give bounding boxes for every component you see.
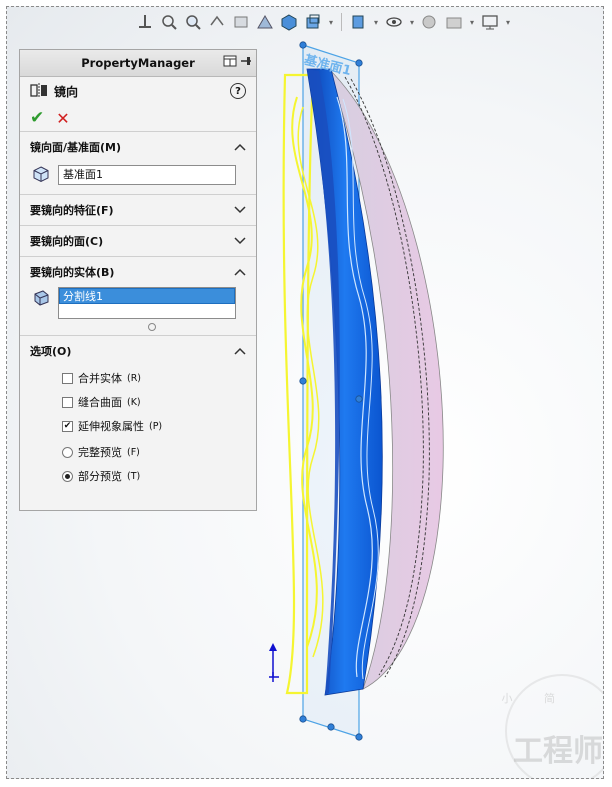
- list-resize-handle[interactable]: [148, 323, 156, 331]
- coordinate-triad: [269, 643, 279, 682]
- property-manager-panel: PropertyManager 镜向 ? ✔ ✕ 镜向面/基准面(M) 基准面1…: [19, 49, 257, 511]
- section-mirror-plane-title: 镜向面/基准面(M): [30, 141, 122, 154]
- canvas-frame: ▾ ▾ ▾ ▾ ▾ 基准面1 小 简 工程师 PropertyManager 镜…: [6, 6, 604, 779]
- merge-bodies-key: (R): [127, 372, 142, 384]
- list-item[interactable]: 分割线1: [59, 288, 235, 304]
- mirror-plane-field-row: 基准面1: [20, 162, 256, 188]
- plane-cube-icon: [32, 165, 50, 186]
- bodies-to-mirror-list[interactable]: 分割线1: [58, 287, 236, 319]
- section-bodies-title: 要镜向的实体(B): [30, 266, 115, 279]
- section-faces-title: 要镜向的面(C): [30, 235, 104, 248]
- bodies-list-row: 分割线1: [20, 287, 256, 321]
- section-mirror-plane: 镜向面/基准面(M) 基准面1: [20, 131, 256, 188]
- partial-preview-label: 部分预览: [78, 470, 122, 483]
- panel-layout-icon[interactable]: [223, 55, 237, 70]
- section-bodies-header[interactable]: 要镜向的实体(B): [20, 257, 256, 287]
- feature-title: 镜向: [54, 84, 79, 99]
- cancel-button[interactable]: ✕: [56, 109, 69, 128]
- radio-selected-dot: [65, 473, 70, 479]
- property-manager-header: PropertyManager: [20, 50, 256, 77]
- section-faces-header[interactable]: 要镜向的面(C): [20, 226, 256, 256]
- property-manager-title: PropertyManager: [81, 56, 195, 70]
- chevron-down-icon[interactable]: [234, 204, 246, 216]
- propagate-visual-key: (P): [149, 420, 163, 432]
- mirror-plane-input[interactable]: 基准面1: [58, 165, 236, 185]
- section-features-title: 要镜向的特征(F): [30, 204, 114, 217]
- chevron-down-icon[interactable]: [234, 235, 246, 247]
- section-features: 要镜向的特征(F): [20, 194, 256, 225]
- option-merge-bodies[interactable]: 合并实体 (R): [20, 366, 256, 390]
- section-bodies: 要镜向的实体(B) 分割线1: [20, 256, 256, 331]
- propagate-visual-label: 延伸视象属性: [78, 420, 144, 433]
- option-propagate-visual[interactable]: ✔ 延伸视象属性 (P): [20, 414, 256, 438]
- full-preview-key: (F): [127, 446, 140, 458]
- section-mirror-plane-header[interactable]: 镜向面/基准面(M): [20, 132, 256, 162]
- solid-body-icon: [32, 289, 50, 310]
- full-preview-radio[interactable]: [62, 446, 73, 458]
- knit-surfaces-checkbox[interactable]: [62, 396, 73, 408]
- partial-preview-key: (T): [127, 470, 141, 482]
- option-partial-preview[interactable]: 部分预览 (T): [20, 464, 256, 488]
- knit-surfaces-key: (K): [127, 396, 141, 408]
- chevron-up-icon[interactable]: [234, 141, 246, 153]
- chevron-up-icon[interactable]: [234, 266, 246, 278]
- section-features-header[interactable]: 要镜向的特征(F): [20, 195, 256, 225]
- section-faces: 要镜向的面(C): [20, 225, 256, 256]
- watermark-text: 工程师: [513, 734, 603, 769]
- chevron-up-icon[interactable]: [234, 345, 246, 357]
- option-full-preview[interactable]: 完整预览 (F): [20, 440, 256, 464]
- help-icon[interactable]: ?: [230, 83, 246, 99]
- knit-surfaces-label: 缝合曲面: [78, 396, 122, 409]
- section-options: 选项(O) 合并实体 (R) 缝合曲面 (K) ✔ 延伸视象属性 (P) 完整预览 (F…: [20, 335, 256, 488]
- ok-button[interactable]: ✔: [30, 108, 44, 128]
- propagate-visual-checkbox[interactable]: ✔: [62, 420, 73, 432]
- merge-bodies-checkbox[interactable]: [62, 372, 73, 384]
- merge-bodies-label: 合并实体: [78, 372, 122, 385]
- option-knit-surfaces[interactable]: 缝合曲面 (K): [20, 390, 256, 414]
- section-options-title: 选项(O): [30, 345, 72, 358]
- partial-preview-radio[interactable]: [62, 470, 73, 482]
- full-preview-label: 完整预览: [78, 446, 122, 459]
- mirror-feature-icon: [30, 82, 48, 101]
- section-options-header[interactable]: 选项(O): [20, 336, 256, 366]
- watermark-small-text: 小 简: [501, 692, 569, 705]
- ok-cancel-row: ✔ ✕: [20, 105, 256, 131]
- feature-title-row: 镜向 ?: [20, 77, 256, 105]
- pin-icon[interactable]: [240, 55, 252, 70]
